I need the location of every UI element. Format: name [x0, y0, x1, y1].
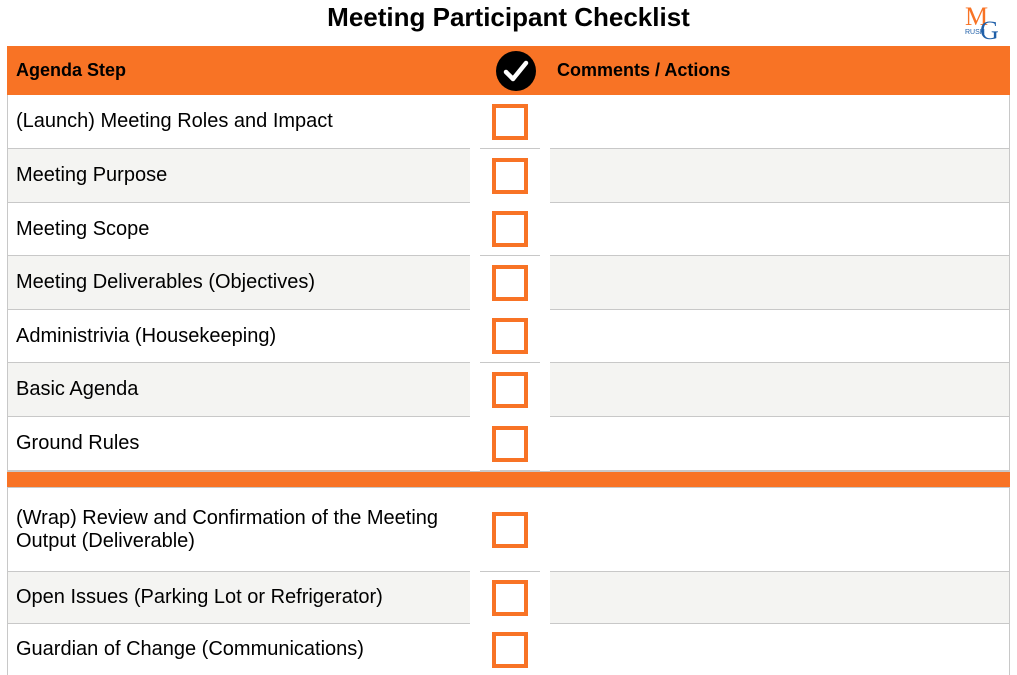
table-row: Basic Agenda [8, 363, 1009, 417]
step-checkbox[interactable] [492, 511, 528, 548]
wrap-section: (Wrap) Review and Confirmation of the Me… [8, 488, 1009, 675]
agenda-step-label: Basic Agenda [8, 363, 470, 417]
table-row: Meeting Deliverables (Objectives) [8, 256, 1009, 310]
check-cell [470, 256, 550, 310]
check-cell-inner [480, 572, 540, 624]
check-cell [470, 203, 550, 256]
check-cell-inner [480, 95, 540, 149]
header-check [481, 50, 551, 91]
table-row: Guardian of Change (Communications) [8, 624, 1009, 675]
table-row: (Wrap) Review and Confirmation of the Me… [8, 488, 1009, 572]
comments-cell[interactable] [550, 417, 1009, 471]
comments-cell[interactable] [550, 310, 1009, 363]
check-cell [470, 310, 550, 363]
check-cell-inner [480, 363, 540, 417]
agenda-step-label: (Wrap) Review and Confirmation of the Me… [8, 488, 470, 572]
check-cell [470, 417, 550, 471]
check-cell-inner [480, 149, 540, 203]
check-cell [470, 488, 550, 572]
check-cell-inner [480, 256, 540, 310]
step-checkbox[interactable] [492, 425, 528, 462]
agenda-step-label: (Launch) Meeting Roles and Impact [8, 95, 470, 149]
agenda-step-label: Open Issues (Parking Lot or Refrigerator… [8, 572, 470, 624]
agenda-step-label: Meeting Deliverables (Objectives) [8, 256, 470, 310]
comments-cell[interactable] [550, 572, 1009, 624]
company-logo: M G RUSH [964, 2, 1006, 45]
check-cell [470, 149, 550, 203]
table-row: Administrivia (Housekeeping) [8, 310, 1009, 363]
table-row: Meeting Purpose [8, 149, 1009, 203]
section-divider [7, 471, 1010, 488]
step-checkbox[interactable] [492, 371, 528, 408]
agenda-step-label: Ground Rules [8, 417, 470, 471]
check-cell [470, 95, 550, 149]
step-checkbox[interactable] [492, 318, 528, 354]
agenda-step-label: Administrivia (Housekeeping) [8, 310, 470, 363]
check-cell [470, 363, 550, 417]
checklist-table: Agenda Step Comments / Actions (Launch) … [7, 46, 1010, 675]
mg-rush-logo-icon: M G RUSH [965, 2, 999, 45]
agenda-step-label: Meeting Scope [8, 203, 470, 256]
table-row: (Launch) Meeting Roles and Impact [8, 95, 1009, 149]
page-title: Meeting Participant Checklist [327, 2, 690, 32]
check-cell [470, 624, 550, 675]
comments-cell[interactable] [550, 149, 1009, 203]
check-cell [470, 572, 550, 624]
check-cell-inner [480, 488, 540, 572]
table-row: Ground Rules [8, 417, 1009, 471]
step-checkbox[interactable] [492, 631, 528, 668]
check-cell-inner [480, 624, 540, 675]
step-checkbox[interactable] [492, 157, 528, 194]
check-circle-icon [496, 50, 536, 91]
table-row: Open Issues (Parking Lot or Refrigerator… [8, 572, 1009, 624]
comments-cell[interactable] [550, 488, 1009, 572]
comments-cell[interactable] [550, 95, 1009, 149]
agenda-step-label: Guardian of Change (Communications) [8, 624, 470, 675]
check-cell-inner [480, 203, 540, 256]
step-checkbox[interactable] [492, 211, 528, 247]
agenda-step-label: Meeting Purpose [8, 149, 470, 203]
launch-section: (Launch) Meeting Roles and Impact Meeting… [8, 95, 1009, 471]
check-cell-inner [480, 310, 540, 363]
step-checkbox[interactable] [492, 103, 528, 140]
comments-cell[interactable] [550, 256, 1009, 310]
table-header: Agenda Step Comments / Actions [7, 46, 1010, 95]
table-row: Meeting Scope [8, 203, 1009, 256]
header-agenda-step: Agenda Step [16, 60, 127, 80]
svg-text:RUSH: RUSH [965, 29, 985, 36]
comments-cell[interactable] [550, 363, 1009, 417]
step-checkbox[interactable] [492, 579, 528, 616]
comments-cell[interactable] [550, 624, 1009, 675]
step-checkbox[interactable] [492, 264, 528, 301]
comments-cell[interactable] [550, 203, 1009, 256]
check-cell-inner [480, 417, 540, 471]
header-comments: Comments / Actions [557, 60, 731, 80]
